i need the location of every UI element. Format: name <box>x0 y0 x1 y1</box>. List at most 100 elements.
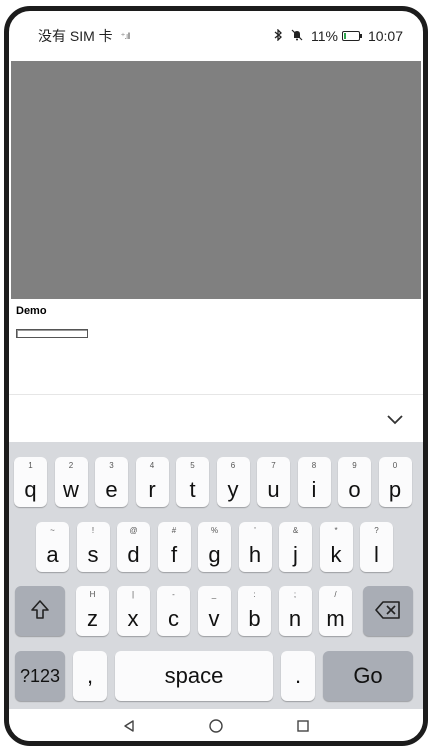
home-circle-icon[interactable] <box>209 718 223 737</box>
key-label: t <box>189 477 196 502</box>
go-button[interactable]: Go <box>323 651 413 701</box>
key-z[interactable]: Hz <box>76 586 109 636</box>
key-hint: 5 <box>190 461 195 470</box>
key-x[interactable]: | x <box>116 586 150 636</box>
key-e[interactable]: 3e <box>95 457 128 507</box>
key-u[interactable]: 7u <box>257 457 290 507</box>
space-key[interactable]: space <box>115 651 273 701</box>
key-hint: / <box>334 590 337 599</box>
key-hint: 2 <box>68 461 74 470</box>
symbols-button[interactable]: ?123 <box>15 651 65 701</box>
key-hint: @ <box>129 526 138 535</box>
video-player-area[interactable] <box>11 61 421 299</box>
go-label: Go <box>353 663 383 688</box>
key-label: z <box>87 606 98 631</box>
key-hint: 9 <box>352 461 357 470</box>
navigation-bar <box>9 709 423 741</box>
demo-text-input[interactable] <box>16 329 88 338</box>
key-hint: H <box>89 590 96 599</box>
key-v[interactable]: _ v <box>197 586 231 636</box>
key-a[interactable]: ~ a <box>36 522 69 572</box>
back-triangle-icon[interactable] <box>123 719 135 736</box>
key-hint: 4 <box>149 461 155 470</box>
key-hint: 3 <box>109 461 114 470</box>
status-right: 11% 10:07 <box>274 28 403 44</box>
recents-square-icon[interactable] <box>297 719 309 736</box>
battery-icon <box>341 31 362 41</box>
key-hint: ' <box>254 526 256 535</box>
key-label: u <box>267 477 280 502</box>
key-b[interactable]: :b <box>238 586 271 636</box>
space-label: space <box>164 663 224 688</box>
key-hint: ? <box>374 526 379 535</box>
key-label: e <box>105 477 118 502</box>
symbols-label: ?123 <box>19 666 61 686</box>
backspace-button[interactable] <box>363 586 413 636</box>
key-label: g <box>208 542 221 567</box>
key-label: q <box>24 477 37 502</box>
bluetooth-icon <box>274 28 283 44</box>
key-y[interactable]: 6y <box>216 457 250 507</box>
key-hint: # <box>171 526 177 535</box>
key-r[interactable]: 4r <box>135 457 169 507</box>
status-left: 没有 SIM 卡 ⁺.ıll <box>38 26 131 46</box>
key-m[interactable]: / m <box>319 586 352 636</box>
battery-percent: 11% <box>310 28 338 44</box>
key-label: h <box>248 542 262 567</box>
period-label: . <box>294 663 302 688</box>
key-label: r <box>148 477 156 502</box>
key-label: k <box>330 542 342 567</box>
key-label: v <box>208 606 220 631</box>
shift-icon <box>15 599 65 626</box>
key-label: a <box>46 542 59 567</box>
bell-off-icon <box>291 28 303 44</box>
key-p[interactable]: 0p <box>378 457 412 507</box>
key-label: w <box>63 477 79 502</box>
key-label: p <box>388 477 402 502</box>
key-hint: 0 <box>392 461 398 470</box>
key-l[interactable]: ? l <box>360 522 393 572</box>
battery-fill <box>343 33 346 39</box>
key-hint: 7 <box>271 461 276 470</box>
key-label: y <box>227 477 239 502</box>
key-t[interactable]: 5t <box>176 457 209 507</box>
key-hint: ; <box>293 590 297 599</box>
key-i[interactable]: 8i <box>297 457 331 507</box>
key-w[interactable]: 2w <box>54 457 88 507</box>
key-label: i <box>311 477 317 502</box>
comma-key[interactable]: , <box>73 651 107 701</box>
key-label: o <box>348 477 361 502</box>
key-n[interactable]: ; n <box>278 586 312 636</box>
period-key[interactable]: . <box>281 651 315 701</box>
key-q[interactable]: 1q <box>14 457 47 507</box>
key-label: d <box>127 542 140 567</box>
key-hint: & <box>292 526 299 535</box>
key-label: x <box>127 606 139 631</box>
key-hint: 6 <box>230 461 236 470</box>
key-k[interactable]: * k <box>319 522 353 572</box>
key-d[interactable]: @ d <box>117 522 150 572</box>
shift-button[interactable] <box>15 586 65 636</box>
chevron-down-icon[interactable] <box>383 408 407 432</box>
phone-frame: 没有 SIM 卡 ⁺.ıll 11% 10:07 Demo 1q2w3e4r5t… <box>4 6 428 746</box>
key-label: m <box>326 606 345 631</box>
key-label: c <box>168 606 179 631</box>
key-hint: ! <box>91 526 95 535</box>
status-bar: 没有 SIM 卡 ⁺.ıll 11% 10:07 <box>9 11 423 61</box>
key-s[interactable]: ! s <box>76 522 110 572</box>
signal-icon: ⁺.ıll <box>120 30 131 41</box>
key-label: s <box>87 542 99 567</box>
key-c[interactable]: -c <box>157 586 190 636</box>
key-h[interactable]: ' h <box>238 522 272 572</box>
key-f[interactable]: # f <box>157 522 191 572</box>
key-o[interactable]: 9o <box>338 457 371 507</box>
comma-label: , <box>86 663 94 688</box>
key-hint: ~ <box>50 526 55 535</box>
key-hint: | <box>131 590 135 599</box>
key-j[interactable]: & j <box>279 522 312 572</box>
key-hint: : <box>253 590 256 599</box>
clock: 10:07 <box>367 28 403 44</box>
key-label: f <box>170 542 178 567</box>
key-label: j <box>293 542 298 567</box>
key-g[interactable]: % g <box>198 522 231 572</box>
